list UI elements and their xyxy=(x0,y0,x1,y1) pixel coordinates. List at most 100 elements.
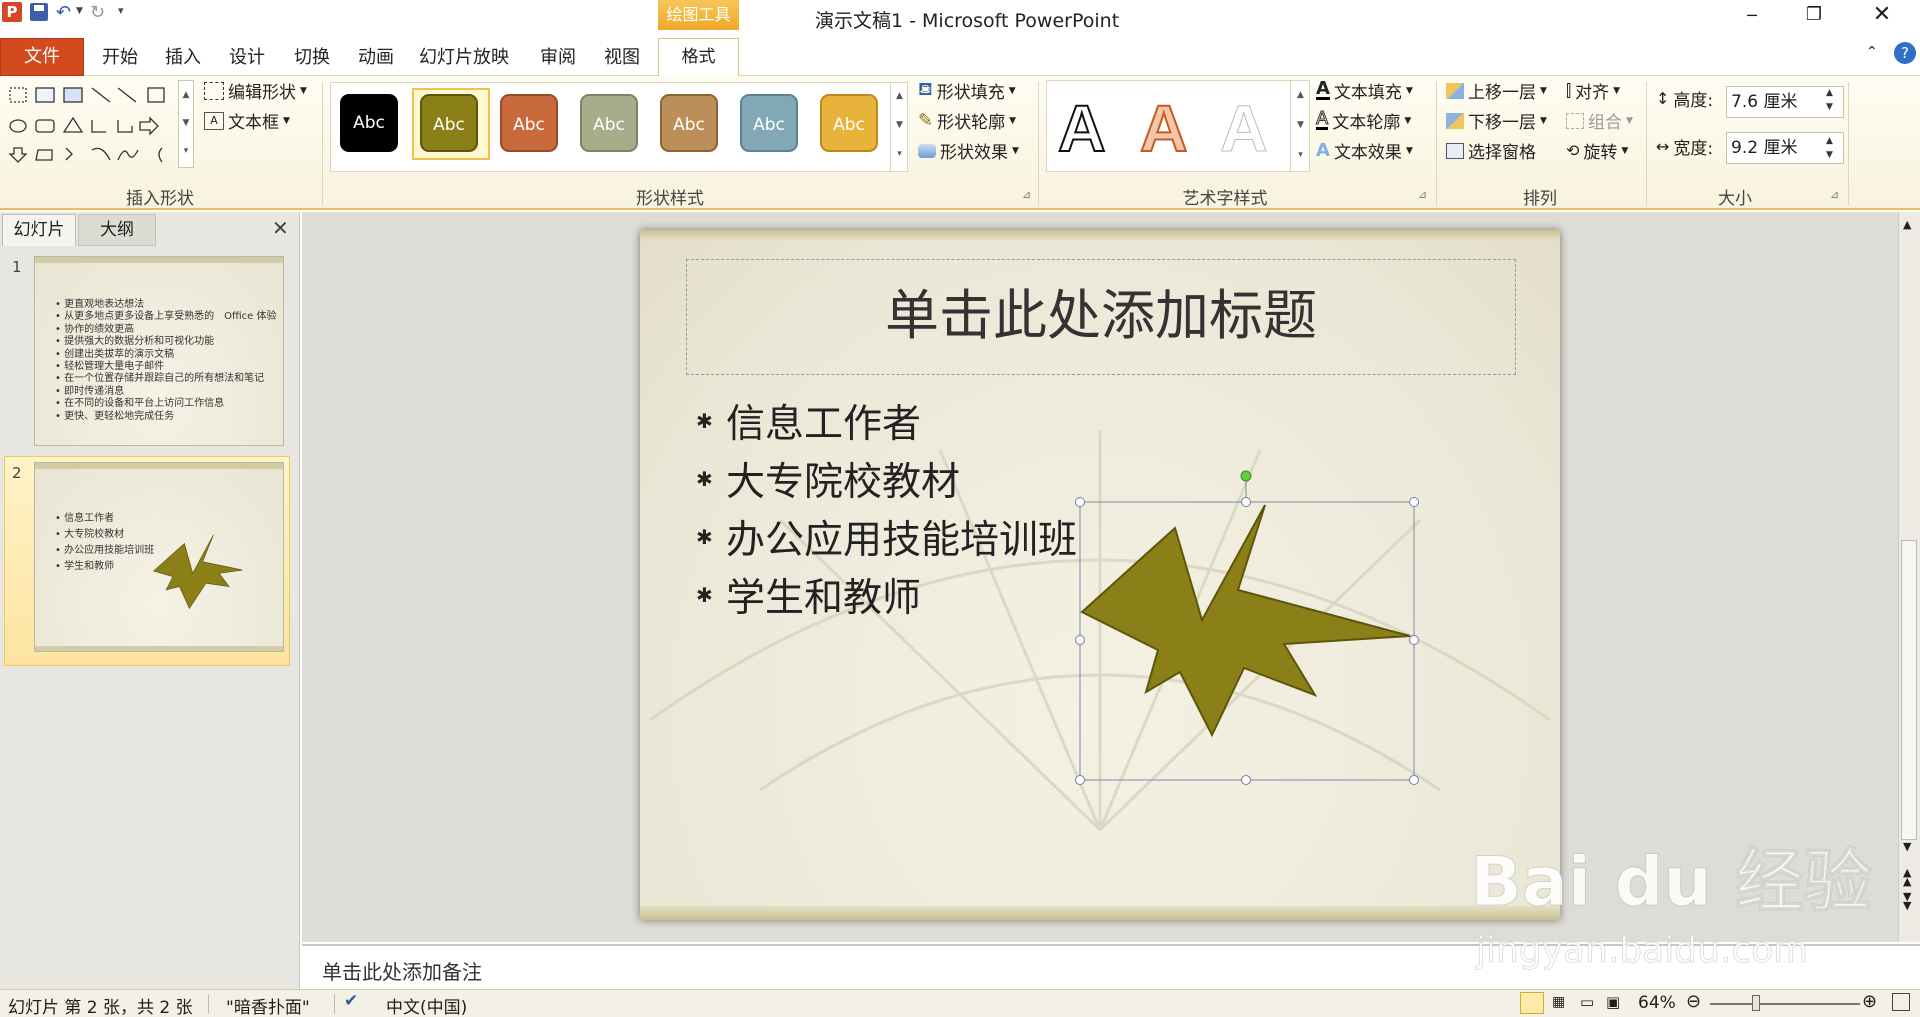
thumbnail-star-shape xyxy=(153,534,243,609)
tab-home[interactable]: 开始 xyxy=(98,42,142,76)
bring-forward-button[interactable]: 上移一层 ▼ xyxy=(1446,78,1547,103)
title-placeholder[interactable]: 单击此处添加标题 xyxy=(686,259,1516,375)
shape-fill-button[interactable]: ⛾ 形状填充 ▼ xyxy=(918,78,1016,104)
text-effects-button[interactable]: A 文本效果 ▼ xyxy=(1316,138,1413,163)
group-label-size: 大小 xyxy=(1718,189,1752,209)
dialog-launcher-icon[interactable]: ⊿ xyxy=(1418,188,1427,201)
panel-tab-slides[interactable]: 幻灯片 xyxy=(2,214,76,246)
group-label-wordart-styles: 艺术字样式 xyxy=(1182,189,1268,209)
wordart-gallery-scroll[interactable]: ▲ ▼ ▾ xyxy=(1290,80,1310,172)
slide-thumbnail-1[interactable]: 更直观地表达想法 从更多地点更多设备上享受熟悉的 Office 体验 协作的绩效… xyxy=(34,256,284,446)
undo-icon[interactable]: ↶ xyxy=(56,2,71,23)
shape-outline-button[interactable]: ✎ 形状轮廓 ▼ xyxy=(918,108,1016,133)
explosion-star-shape[interactable] xyxy=(1075,450,1420,785)
tab-insert[interactable]: 插入 xyxy=(161,42,205,76)
shape-style-7[interactable]: Abc xyxy=(820,94,878,152)
tab-design[interactable]: 设计 xyxy=(225,42,269,76)
redo-icon[interactable]: ↻ xyxy=(90,2,105,23)
shape-gallery-scroll[interactable]: ▲ ▼ ▾ xyxy=(178,80,194,168)
tab-animations[interactable]: 动画 xyxy=(354,42,398,76)
ribbon-tabs: 文件 开始 插入 设计 切换 动画 幻灯片放映 审阅 视图 格式 ⌃ ? xyxy=(0,38,1920,76)
thumbnail-bullet-list: 信息工作者 大专院校教材 办公应用技能培训班 学生和教师 xyxy=(55,511,154,575)
zoom-out-icon[interactable]: ⊖ xyxy=(1686,991,1701,1012)
powerpoint-logo-icon[interactable]: P xyxy=(2,2,22,22)
zoom-slider-track[interactable] xyxy=(1710,1003,1860,1005)
zoom-in-icon[interactable]: ⊕ xyxy=(1862,991,1877,1012)
slide-sorter-icon[interactable]: ▦ xyxy=(1552,994,1565,1010)
restore-button[interactable]: ❐ xyxy=(1800,4,1828,25)
minimize-ribbon-icon[interactable]: ⌃ xyxy=(1866,44,1878,60)
shape-style-5[interactable]: Abc xyxy=(660,94,718,152)
save-icon[interactable] xyxy=(30,3,48,21)
tab-transitions[interactable]: 切换 xyxy=(290,42,334,76)
shape-style-1[interactable]: Abc xyxy=(340,94,398,152)
previous-slide-icon[interactable]: ▲ ▲ xyxy=(1903,867,1911,887)
scroll-thumb[interactable] xyxy=(1901,540,1917,840)
dropdown-arrow-icon: ▼ xyxy=(283,115,290,126)
reading-view-icon[interactable]: ▭ xyxy=(1580,993,1594,1011)
width-spinner-icon[interactable]: ▲ ▼ xyxy=(1826,134,1833,162)
align-button[interactable]: ⫿ 对齐 ▼ xyxy=(1566,78,1620,104)
minimize-button[interactable]: ─ xyxy=(1738,6,1766,25)
shape-style-4[interactable]: Abc xyxy=(580,94,638,152)
list-item: 协作的绩效更高 xyxy=(55,324,276,336)
slides-panel: 幻灯片 大纲 ✕ 1 更直观地表达想法 从更多地点更多设备上享受熟悉的 Offi… xyxy=(0,212,300,989)
bullet-item: ✱ 信息工作者 xyxy=(690,392,1150,450)
scroll-down-icon[interactable]: ▼ xyxy=(1903,840,1911,853)
theme-name[interactable]: "暗香扑面" xyxy=(226,993,310,1017)
selection-pane-button[interactable]: 选择窗格 xyxy=(1446,138,1536,163)
asterisk-bullet-icon: ✱ xyxy=(696,467,713,491)
tab-slideshow[interactable]: 幻灯片放映 xyxy=(418,42,510,76)
vertical-scrollbar[interactable]: ▲ ▼ ▲ ▲ ▼ ▼ xyxy=(1898,212,1920,942)
dialog-launcher-icon[interactable]: ⊿ xyxy=(1022,188,1031,201)
notes-pane[interactable]: 单击此处添加备注 xyxy=(302,944,1920,989)
text-box-button[interactable]: A 文本框 ▼ xyxy=(204,108,290,133)
group-button[interactable]: 组合 ▼ xyxy=(1566,108,1633,133)
list-item: 创建出类拔萃的演示文稿 xyxy=(55,349,276,361)
zoom-level[interactable]: 64% xyxy=(1638,993,1676,1013)
close-button[interactable]: ✕ xyxy=(1868,2,1896,27)
shape-style-6[interactable]: Abc xyxy=(740,94,798,152)
customize-qat-icon[interactable]: ▾ xyxy=(118,4,124,17)
undo-dropdown-icon[interactable]: ▼ xyxy=(76,6,83,16)
tab-file[interactable]: 文件 xyxy=(0,38,84,76)
slide-canvas[interactable]: 单击此处添加标题 ✱ 信息工作者 ✱ 大专院校教材 ✱ 办公应用技能培训班 ✱ 学生和教… xyxy=(640,230,1560,920)
rotate-button[interactable]: ⟲ 旋转 ▼ xyxy=(1566,138,1628,163)
list-item: 轻松管理大量电子邮件 xyxy=(55,361,276,373)
spell-check-icon[interactable]: ✔ xyxy=(344,991,358,1011)
close-panel-icon[interactable]: ✕ xyxy=(272,216,289,240)
wordart-style-3[interactable]: A xyxy=(1220,90,1269,166)
zoom-slider-thumb[interactable] xyxy=(1752,995,1760,1011)
slide-thumbnail-2[interactable]: 信息工作者 大专院校教材 办公应用技能培训班 学生和教师 xyxy=(34,462,284,652)
wordart-style-1[interactable]: A xyxy=(1057,90,1107,166)
shape-style-gallery-scroll[interactable]: ▲ ▼ ▾ xyxy=(890,82,908,172)
shape-style-2[interactable]: Abc xyxy=(420,94,478,152)
wordart-style-2[interactable]: A xyxy=(1139,90,1189,166)
tab-view[interactable]: 视图 xyxy=(600,42,644,76)
scroll-up-icon[interactable]: ▲ xyxy=(1903,218,1911,231)
status-separator xyxy=(208,994,209,1014)
next-slide-icon[interactable]: ▼ ▼ xyxy=(1903,891,1911,911)
group-separator xyxy=(1038,82,1039,206)
send-backward-button[interactable]: 下移一层 ▼ xyxy=(1446,108,1547,133)
shape-effects-button[interactable]: 形状效果 ▼ xyxy=(918,138,1019,163)
text-outline-button[interactable]: A 文本轮廓 ▼ xyxy=(1315,108,1411,133)
edit-shape-button[interactable]: 编辑形状 ▼ xyxy=(204,78,307,103)
tab-format[interactable]: 格式 xyxy=(658,38,739,76)
slideshow-view-icon[interactable]: ▣ xyxy=(1606,993,1620,1011)
fit-to-window-icon[interactable] xyxy=(1892,993,1910,1011)
dropdown-arrow-icon: ▼ xyxy=(1626,115,1633,126)
tab-review[interactable]: 审阅 xyxy=(536,42,580,76)
status-separator xyxy=(334,994,335,1014)
help-icon[interactable]: ? xyxy=(1894,42,1916,64)
text-fill-button[interactable]: A 文本填充 ▼ xyxy=(1316,78,1413,103)
panel-tab-outline[interactable]: 大纲 xyxy=(78,214,156,246)
shape-style-3[interactable]: Abc xyxy=(500,94,558,152)
normal-view-icon[interactable] xyxy=(1520,992,1544,1014)
selection-pane-icon xyxy=(1446,142,1464,159)
height-spinner-icon[interactable]: ▲ ▼ xyxy=(1826,86,1833,114)
group-label-arrange: 排列 xyxy=(1523,189,1557,209)
shape-gallery[interactable] xyxy=(6,82,186,168)
language-indicator[interactable]: 中文(中国) xyxy=(386,993,467,1017)
dialog-launcher-icon[interactable]: ⊿ xyxy=(1830,188,1839,201)
